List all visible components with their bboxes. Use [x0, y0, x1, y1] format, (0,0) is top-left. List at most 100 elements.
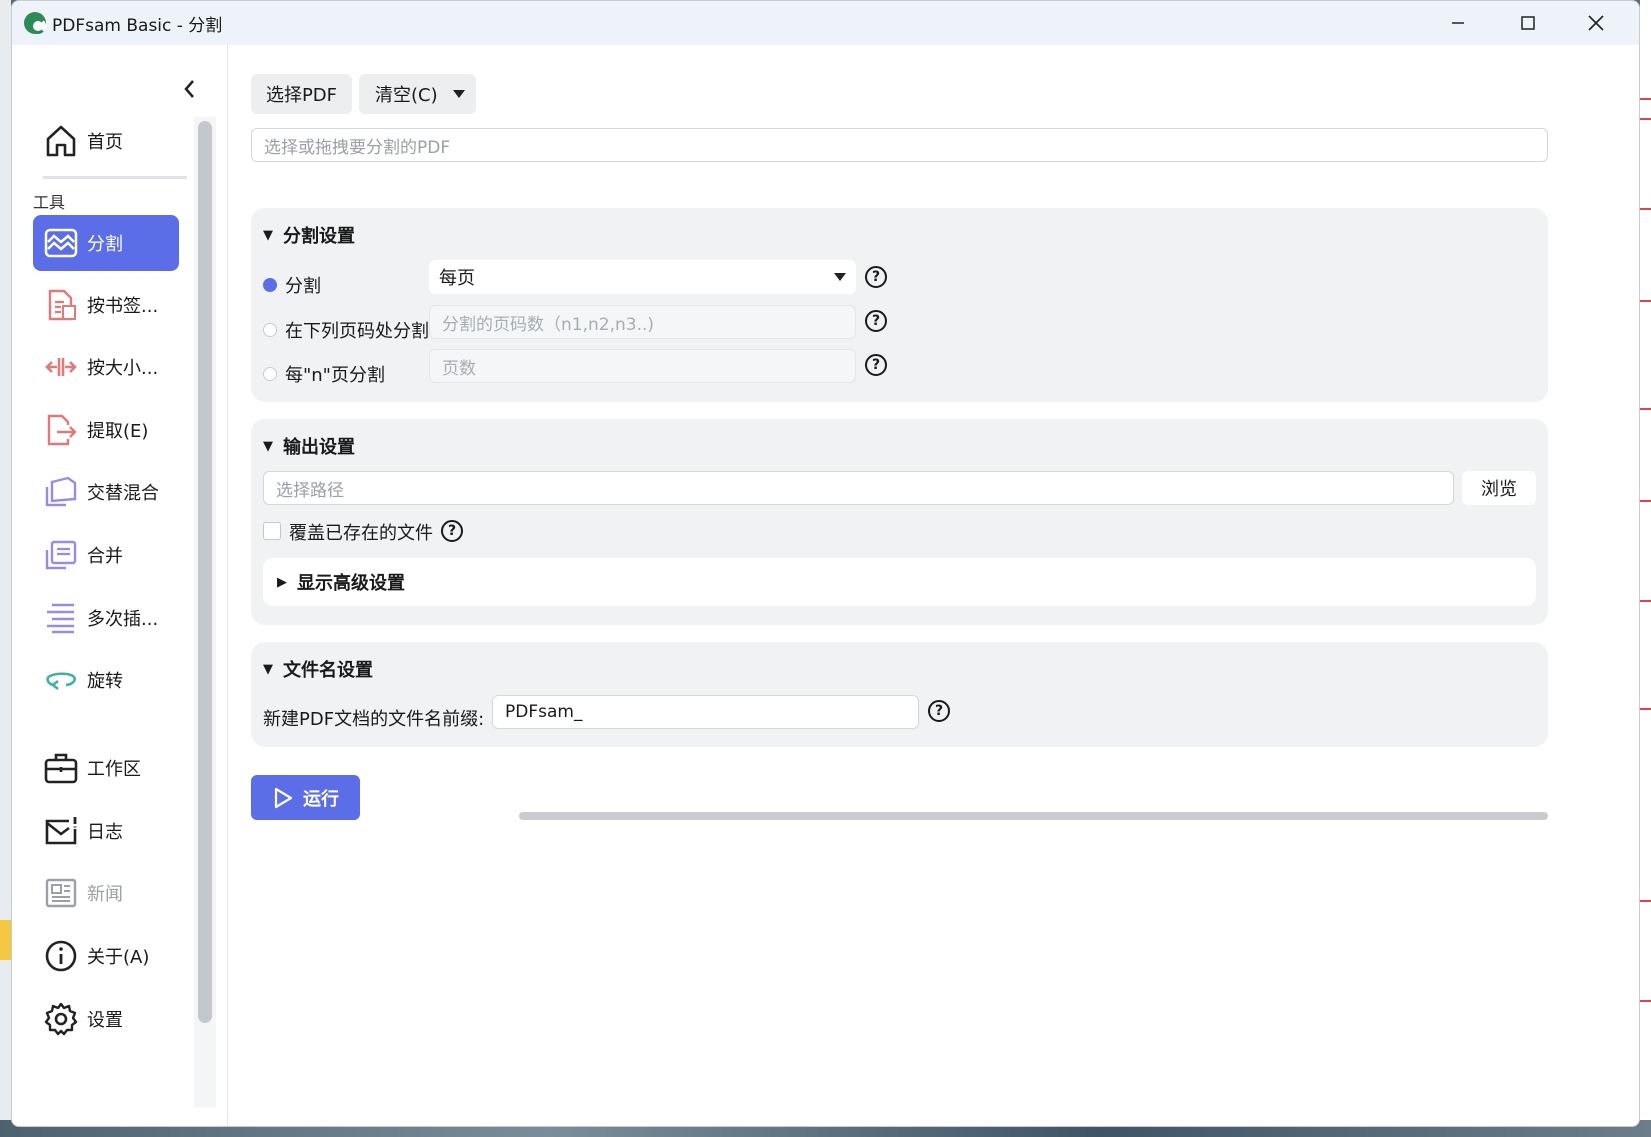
collapse-triangle-icon: ▼: [263, 438, 273, 454]
radio-label: 在下列页码处分割: [285, 321, 429, 342]
app-window: PDFsam Basic - 分割 首页 工具 分割 按书签... 按大小...…: [11, 0, 1640, 1127]
chevron-down-icon: [453, 90, 465, 98]
sidebar-item-extract[interactable]: 提取(E): [33, 402, 179, 458]
overwrite-checkbox[interactable]: [263, 522, 281, 540]
window-title: PDFsam Basic - 分割: [52, 15, 223, 36]
sidebar-item-label: 按大小...: [87, 358, 159, 379]
close-button[interactable]: [1561, 1, 1631, 45]
radio-split-at-pages[interactable]: 在下列页码处分割: [263, 317, 429, 343]
expand-triangle-icon: ▶: [277, 574, 287, 590]
sidebar-scrollbar-thumb[interactable]: [198, 121, 212, 1023]
radio-button[interactable]: [263, 278, 277, 292]
sidebar-item-alternate-mix[interactable]: 交替混合: [33, 464, 179, 520]
help-icon[interactable]: ?: [865, 310, 887, 332]
clear-button[interactable]: 清空(C): [359, 74, 476, 114]
page-numbers-input[interactable]: 分割的页码数（n1,n2,n3..): [429, 305, 856, 339]
sidebar-item-split[interactable]: 分割: [33, 215, 179, 271]
select-pdf-button[interactable]: 选择PDF: [251, 74, 352, 114]
log-icon: [43, 813, 79, 849]
help-icon[interactable]: ?: [865, 354, 887, 376]
extract-icon: [43, 412, 79, 448]
sidebar-item-settings[interactable]: 设置: [33, 991, 179, 1047]
pdf-selection-input[interactable]: 选择或拖拽要分割的PDF: [251, 128, 1548, 162]
progress-bar: [519, 812, 1548, 820]
minimize-button[interactable]: [1423, 1, 1493, 45]
radio-every-n-pages[interactable]: 每"n"页分割: [263, 361, 385, 387]
sidebar-item-home[interactable]: 首页: [33, 113, 179, 169]
filename-prefix-input[interactable]: PDFsam_: [492, 695, 919, 729]
advanced-settings-toggle[interactable]: ▶ 显示高级设置: [263, 558, 1536, 606]
maximize-icon: [1521, 16, 1535, 30]
sidebar: 首页 工具 分割 按书签... 按大小... 提取(E) 交替混合 合并 多次插…: [12, 45, 228, 1126]
advanced-settings-label: 显示高级设置: [297, 573, 405, 594]
sidebar-item-label: 多次插...: [87, 609, 159, 630]
help-icon[interactable]: ?: [441, 520, 463, 542]
size-split-icon: [43, 349, 79, 385]
sidebar-item-label: 首页: [87, 132, 123, 153]
pdfsam-logo-icon: [24, 12, 46, 34]
sidebar-item-label: 交替混合: [87, 483, 159, 504]
sidebar-item-label: 关于(A): [87, 947, 150, 968]
collapse-triangle-icon: ▼: [263, 227, 273, 243]
output-path-input[interactable]: 选择路径: [263, 471, 1454, 505]
merge-icon: [43, 537, 79, 573]
sidebar-item-label: 新闻: [87, 884, 123, 905]
collapse-triangle-icon: ▼: [263, 661, 273, 677]
radio-button[interactable]: [263, 323, 277, 337]
output-settings-header[interactable]: ▼ 输出设置: [263, 433, 355, 459]
desktop-right-edge: [1640, 0, 1651, 1137]
play-icon: [274, 787, 293, 808]
run-button[interactable]: 运行: [251, 775, 360, 820]
sidebar-item-log[interactable]: 日志: [33, 803, 179, 859]
help-icon[interactable]: ?: [928, 700, 950, 722]
news-icon: [43, 875, 79, 911]
multi-insert-icon: [43, 600, 79, 636]
output-settings-panel: ▼ 输出设置 选择路径 浏览 覆盖已存在的文件 ? ▶ 显示高级设置: [251, 419, 1548, 625]
panel-title: 分割设置: [283, 226, 355, 247]
radio-label: 每"n"页分割: [285, 365, 385, 386]
split-mode-select[interactable]: 每页: [429, 260, 856, 294]
sidebar-item-label: 工作区: [87, 759, 141, 780]
workspace-icon: [43, 750, 79, 786]
filename-settings-panel: ▼ 文件名设置 新建PDF文档的文件名前缀: PDFsam_ ?: [251, 642, 1548, 747]
sidebar-item-multi-insert[interactable]: 多次插...: [33, 590, 179, 646]
collapse-sidebar-button[interactable]: [178, 75, 202, 103]
panel-title: 文件名设置: [283, 660, 373, 681]
home-icon: [43, 123, 79, 159]
title-bar[interactable]: PDFsam Basic - 分割: [12, 1, 1639, 45]
sidebar-item-label: 合并: [87, 546, 123, 567]
sidebar-item-rotate[interactable]: 旋转: [33, 652, 179, 708]
clear-button-label: 清空(C): [375, 85, 438, 106]
sidebar-item-split-bookmarks[interactable]: 按书签...: [33, 277, 179, 333]
sidebar-item-merge[interactable]: 合并: [33, 527, 179, 583]
sidebar-item-label: 分割: [87, 234, 123, 255]
close-icon: [1588, 15, 1604, 31]
radio-split[interactable]: 分割: [263, 272, 321, 298]
prefix-label: 新建PDF文档的文件名前缀:: [263, 709, 485, 730]
rotate-icon: [43, 662, 79, 698]
sidebar-item-label: 按书签...: [87, 296, 159, 317]
info-icon: [43, 938, 79, 974]
sidebar-item-about[interactable]: 关于(A): [33, 928, 179, 984]
sidebar-item-split-size[interactable]: 按大小...: [33, 339, 179, 395]
split-settings-header[interactable]: ▼ 分割设置: [263, 222, 355, 248]
browse-button[interactable]: 浏览: [1462, 471, 1536, 505]
overwrite-label: 覆盖已存在的文件: [289, 523, 433, 544]
main-content: 选择PDF 清空(C) 选择或拖拽要分割的PDF ▼ 分割设置 分割 每页 ?: [228, 45, 1639, 1126]
sidebar-item-news[interactable]: 新闻: [33, 865, 179, 921]
sidebar-item-workspace[interactable]: 工作区: [33, 740, 179, 796]
filename-settings-header[interactable]: ▼ 文件名设置: [263, 656, 373, 682]
panel-title: 输出设置: [283, 437, 355, 458]
minimize-icon: [1452, 22, 1464, 24]
split-mode-value: 每页: [439, 268, 475, 289]
desktop-icon-fragment: [0, 920, 11, 960]
page-count-input[interactable]: 页数: [429, 349, 856, 383]
sidebar-item-label: 提取(E): [87, 421, 149, 442]
sidebar-divider: [43, 176, 187, 179]
split-settings-panel: ▼ 分割设置 分割 每页 ? 在下列页码处分割 分割的页码数（n1,n2,n3.…: [251, 208, 1548, 402]
maximize-button[interactable]: [1493, 1, 1563, 45]
radio-label: 分割: [285, 276, 321, 297]
help-icon[interactable]: ?: [865, 266, 887, 288]
run-button-label: 运行: [303, 788, 339, 810]
radio-button[interactable]: [263, 367, 277, 381]
